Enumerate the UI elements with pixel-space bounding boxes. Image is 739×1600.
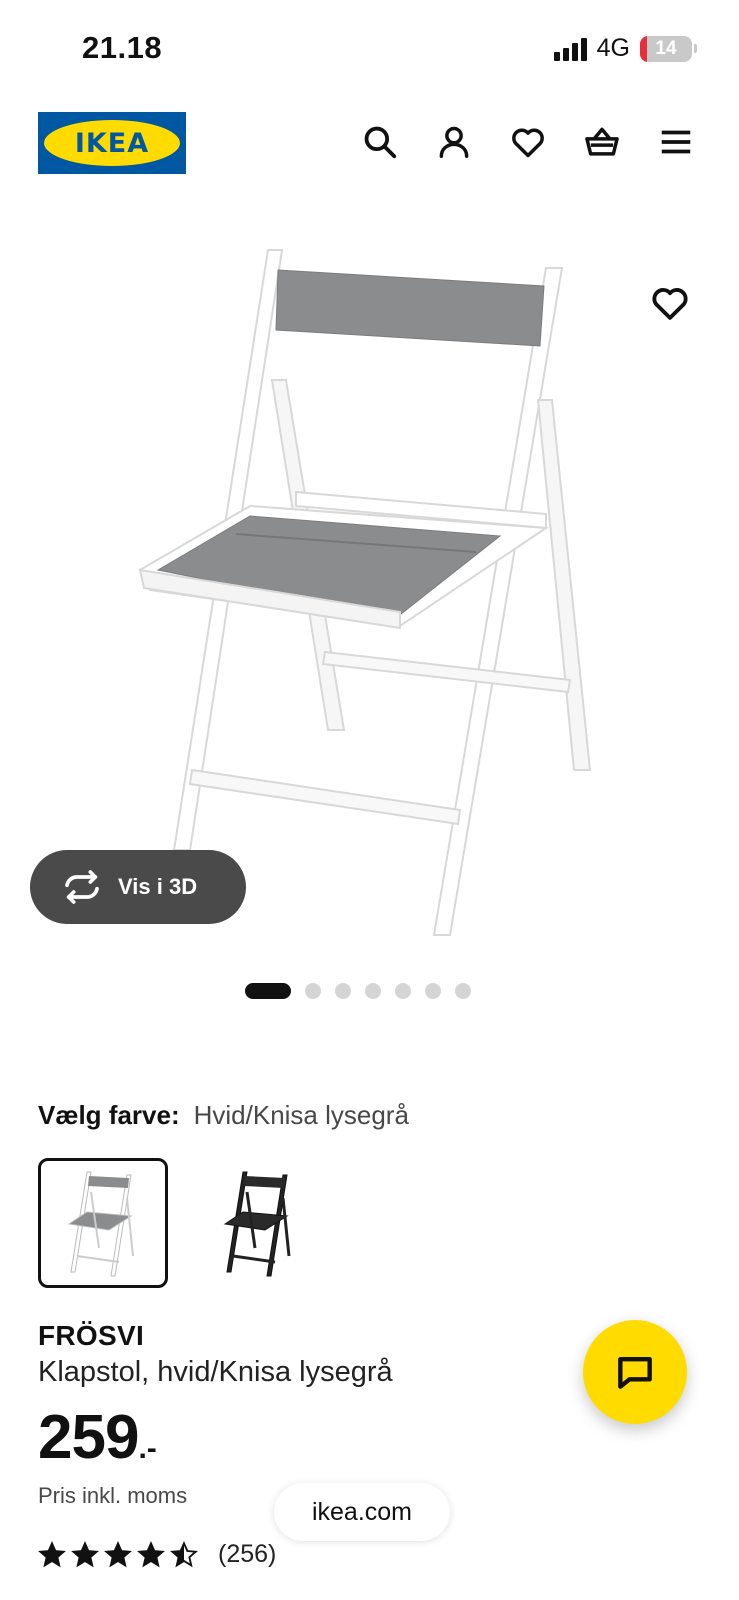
chat-button[interactable] (583, 1320, 687, 1424)
carousel-dot[interactable] (454, 983, 471, 999)
star-icon (170, 1540, 198, 1567)
color-selector-heading: Vælg farve: Hvid/Knisa lysegrå (38, 1100, 409, 1131)
product-rating[interactable]: (256) (38, 1540, 276, 1569)
image-carousel-indicator[interactable] (0, 983, 739, 999)
swatch-white-chair[interactable] (38, 1158, 168, 1288)
header-actions (359, 121, 697, 163)
menu-icon[interactable] (655, 121, 697, 163)
ikea-logo[interactable]: IKEA (38, 112, 186, 174)
product-image[interactable]: Vis i 3D (0, 230, 739, 970)
carousel-dot[interactable] (364, 983, 381, 999)
rotate-3d-icon (65, 870, 99, 904)
black-chair-thumbnail (223, 1171, 291, 1277)
battery-tip (694, 44, 697, 53)
logo-oval: IKEA (44, 120, 180, 166)
signal-icon (553, 37, 587, 61)
review-count: (256) (218, 1540, 277, 1568)
color-label: Vælg farve: (38, 1100, 180, 1130)
search-icon[interactable] (359, 121, 401, 163)
color-swatches (38, 1158, 324, 1288)
product-name: FRÖSVI (38, 1320, 145, 1351)
view-in-3d-button[interactable]: Vis i 3D (30, 850, 246, 924)
account-icon[interactable] (433, 121, 475, 163)
logo-text: IKEA (74, 127, 150, 159)
site-header: IKEA (0, 110, 739, 176)
chat-icon (618, 1356, 652, 1389)
carousel-dot[interactable] (334, 983, 351, 999)
battery-level: 14 (655, 37, 677, 59)
favourites-icon[interactable] (507, 121, 549, 163)
carousel-dot[interactable] (424, 983, 441, 999)
status-bar: 21.18 4G 14 (0, 0, 739, 100)
rating-stars (38, 1540, 198, 1569)
swatch-black-chair[interactable] (194, 1158, 324, 1288)
status-indicators: 4G 14 (553, 34, 697, 63)
carousel-dot[interactable] (244, 983, 291, 999)
product-price: 259 .- (38, 1402, 157, 1473)
carousel-dot[interactable] (394, 983, 411, 999)
color-value: Hvid/Knisa lysegrå (193, 1100, 409, 1130)
price-integer: 259 (38, 1403, 139, 1472)
browser-url-bar[interactable]: ikea.com (274, 1483, 450, 1541)
price-suffix: .- (138, 1432, 157, 1465)
carousel-dot[interactable] (304, 983, 321, 999)
white-chair-thumbnail (67, 1171, 134, 1277)
star-icon (71, 1540, 99, 1567)
star-icon (38, 1540, 66, 1567)
star-icon (104, 1540, 132, 1567)
price-note: Pris inkl. moms (38, 1483, 188, 1508)
view-in-3d-label: Vis i 3D (118, 874, 198, 899)
chair-illustration (138, 249, 592, 936)
status-time: 21.18 (82, 30, 163, 65)
star-icon (137, 1540, 165, 1567)
product-description: Klapstol, hvid/Knisa lysegrå (38, 1356, 393, 1388)
basket-icon[interactable] (581, 121, 623, 163)
network-type: 4G (596, 34, 630, 62)
battery-icon: 14 (640, 35, 692, 62)
add-to-favourites-icon[interactable] (649, 282, 691, 324)
